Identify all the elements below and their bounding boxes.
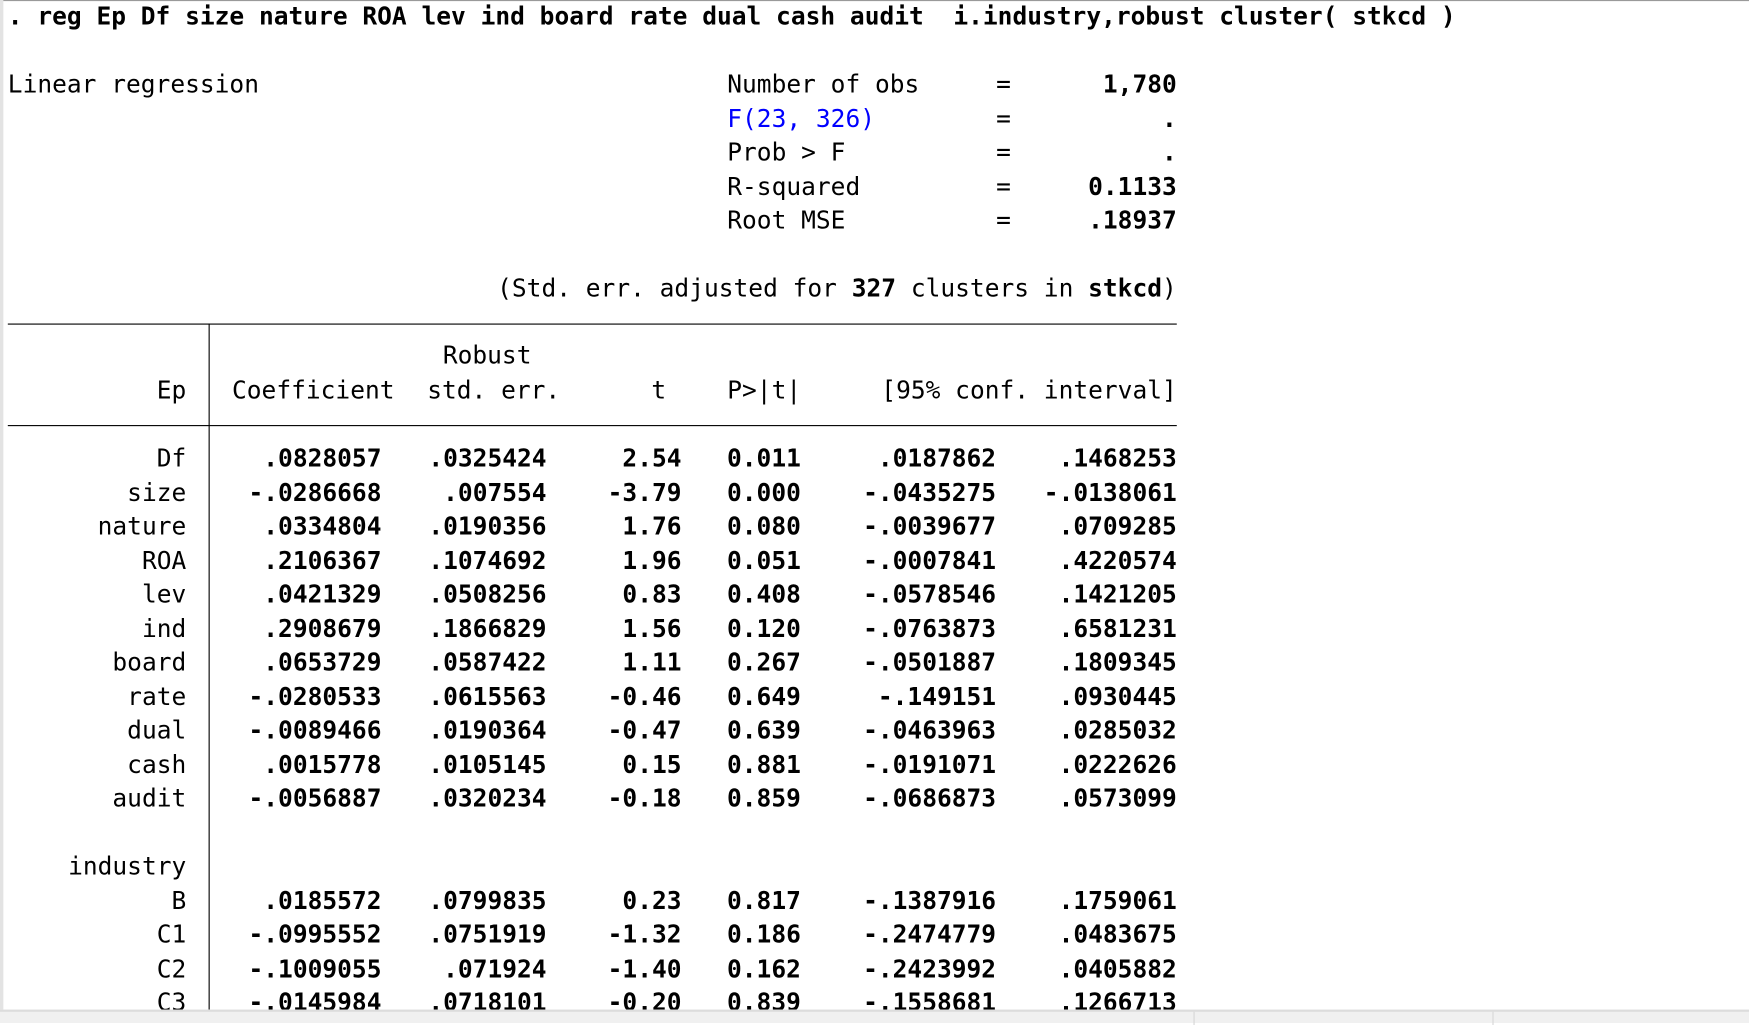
stat-value: .18937 xyxy=(1088,207,1177,236)
ci-upper: .0930445 xyxy=(1058,683,1177,712)
ci-upper: .1759061 xyxy=(1058,887,1177,916)
p-value: 0.080 xyxy=(727,513,801,542)
p-value: 0.639 xyxy=(727,717,801,746)
header-p: P>|t| xyxy=(727,377,802,405)
cluster-note-suffix: ) xyxy=(1162,275,1177,304)
p-value: 0.859 xyxy=(727,785,801,814)
stat-value: 0.1133 xyxy=(1088,173,1177,202)
p-value: 0.011 xyxy=(727,445,801,474)
left-border xyxy=(0,0,4,1010)
header-conf-interval: [95% conf. interval] xyxy=(881,377,1177,405)
cluster-count: 327 xyxy=(851,275,897,304)
cluster-note-prefix: (Std. err. adjusted for xyxy=(497,275,852,304)
cluster-note: (Std. err. adjusted for 327 clusters in … xyxy=(335,273,1177,306)
stat-label: F(23, 326) xyxy=(727,105,876,134)
p-value: 0.120 xyxy=(727,615,801,644)
header-coefficient: Coefficient xyxy=(232,377,395,405)
cluster-var: stkcd xyxy=(1088,275,1163,304)
table-top-rule xyxy=(7,323,1177,325)
stat-value: . xyxy=(1162,105,1177,134)
p-value: 0.162 xyxy=(727,955,801,984)
p-value: 0.817 xyxy=(727,887,801,916)
stat-value: 1,780 xyxy=(1102,71,1177,100)
ci-upper: .1809345 xyxy=(1058,649,1177,678)
stat-label: R-squared xyxy=(727,173,861,202)
stata-results-window: . reg Ep Df size nature ROA lev ind boar… xyxy=(0,0,1749,1025)
command-line: . reg Ep Df size nature ROA lev ind boar… xyxy=(7,3,1456,32)
stat-label: Number of obs xyxy=(727,71,920,100)
header-std-err: std. err. xyxy=(427,377,561,405)
p-value: 0.186 xyxy=(727,921,801,950)
ci-upper: .0405882 xyxy=(1058,955,1177,984)
p-value: 0.000 xyxy=(727,479,801,508)
p-value: 0.267 xyxy=(727,649,801,678)
p-value: 0.881 xyxy=(727,751,801,780)
horizontal-scrollbar[interactable] xyxy=(0,1009,1749,1025)
p-value: 0.408 xyxy=(727,581,801,610)
stat-label: Root MSE xyxy=(727,207,846,236)
cluster-note-mid: clusters in xyxy=(896,275,1089,304)
ci-upper: .0573099 xyxy=(1058,785,1177,814)
header-depvar: Ep xyxy=(156,377,187,405)
p-value: 0.051 xyxy=(727,547,801,576)
header-robust: Robust xyxy=(442,342,532,371)
p-value: 0.649 xyxy=(727,683,801,712)
header-t: t xyxy=(651,377,667,405)
ci-upper: -.0138061 xyxy=(1043,479,1177,508)
ci-upper: .4220574 xyxy=(1058,547,1177,576)
ci-upper: .0709285 xyxy=(1058,513,1177,542)
stat-value: . xyxy=(1162,139,1177,168)
scrollbar-divider xyxy=(1492,1011,1494,1025)
ci-upper xyxy=(954,817,1177,850)
model-title: Linear regression xyxy=(7,71,259,100)
p-value xyxy=(578,817,801,850)
table-header-rule xyxy=(7,425,1177,427)
ci-upper: .1421205 xyxy=(1058,581,1177,610)
ci-upper: .0483675 xyxy=(1058,921,1177,950)
scrollbar-divider xyxy=(1193,1011,1195,1025)
stat-label: Prob > F xyxy=(727,139,846,168)
ci-upper: .6581231 xyxy=(1058,615,1177,644)
p-value xyxy=(578,851,801,884)
ci-upper: .1468253 xyxy=(1058,445,1177,474)
ci-upper: .0222626 xyxy=(1058,751,1177,780)
ci-upper: .0285032 xyxy=(1058,717,1177,746)
ci-upper xyxy=(954,851,1177,884)
